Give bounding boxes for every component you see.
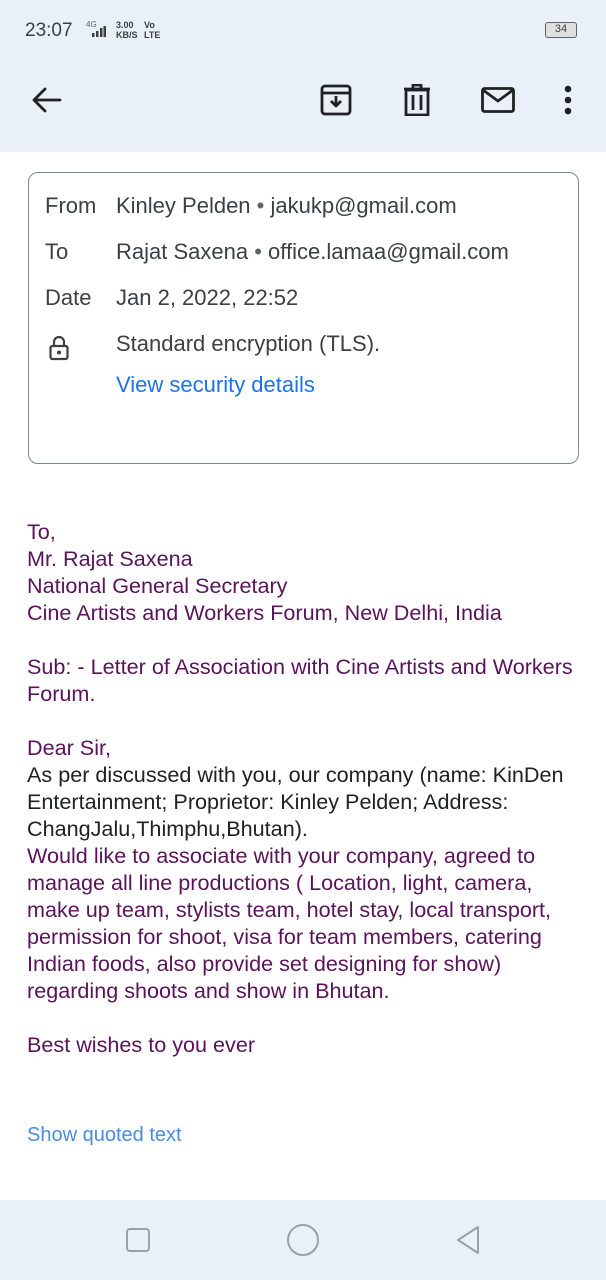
battery-indicator: 34 (545, 22, 577, 38)
arrow-left-icon[interactable] (23, 76, 71, 124)
from-name: Kinley Pelden (116, 193, 251, 218)
network-speed-value: 3.00 (116, 20, 134, 30)
encryption-text: Standard encryption (TLS). (116, 331, 381, 356)
toolbar (0, 62, 606, 152)
message-body: To, Mr. Rajat Saxena National General Se… (27, 518, 587, 1058)
date-value: Jan 2, 2022, 22:52 (116, 285, 299, 310)
signal-icon (92, 26, 106, 40)
to-label: To (45, 239, 69, 264)
volte-bottom: LTE (144, 30, 161, 40)
volte-indicator: Vo LTE (144, 20, 160, 40)
to-value: Rajat Saxena • office.lamaa@gmail.com (116, 239, 509, 265)
show-quoted-text-link[interactable]: Show quoted text (27, 1124, 182, 1147)
body-line-organization: Cine Artists and Workers Forum, New Delh… (27, 600, 502, 625)
to-email[interactable]: office.lamaa@gmail.com (268, 239, 509, 264)
from-label: From (45, 193, 97, 218)
view-security-details-link[interactable]: View security details (116, 372, 315, 398)
body-line-recipient-title: National General Secretary (27, 573, 288, 598)
navigation-bar (0, 1200, 606, 1280)
status-bar: 23:07 4G 3.00 KB/S Vo LTE 34 (0, 0, 606, 62)
body-line-closing: Best wishes to you ever (27, 1032, 256, 1057)
triangle-back-icon[interactable] (448, 1220, 488, 1260)
body-line-recipient-name: Mr. Rajat Saxena (27, 546, 193, 571)
volte-top: Vo (144, 20, 155, 30)
trash-icon[interactable] (393, 76, 441, 124)
body-line-to: To, (27, 519, 56, 544)
network-speed: 3.00 KB/S (116, 20, 138, 40)
square-icon[interactable] (118, 1220, 158, 1260)
body-line-salutation: Dear Sir, (27, 735, 112, 760)
mail-icon[interactable] (474, 76, 522, 124)
from-email[interactable]: jakukp@gmail.com (271, 193, 457, 218)
body-line-company-details: As per discussed with you, our company (… (27, 762, 564, 841)
from-value: Kinley Pelden • jakukp@gmail.com (116, 193, 457, 219)
circle-icon[interactable] (283, 1220, 323, 1260)
lock-icon (49, 335, 69, 367)
separator: • (254, 239, 262, 264)
separator: • (256, 193, 265, 218)
body-line-association: Would like to associate with your compan… (27, 843, 552, 1003)
network-speed-unit: KB/S (116, 30, 138, 40)
status-time: 23:07 (25, 20, 73, 41)
more-vert-icon[interactable] (544, 76, 592, 124)
message-details-card: From Kinley Pelden • jakukp@gmail.com To… (28, 172, 579, 464)
archive-icon[interactable] (312, 76, 360, 124)
date-label: Date (45, 285, 92, 310)
to-name: Rajat Saxena (116, 239, 249, 264)
body-line-subject: Sub: - Letter of Association with Cine A… (27, 654, 573, 706)
